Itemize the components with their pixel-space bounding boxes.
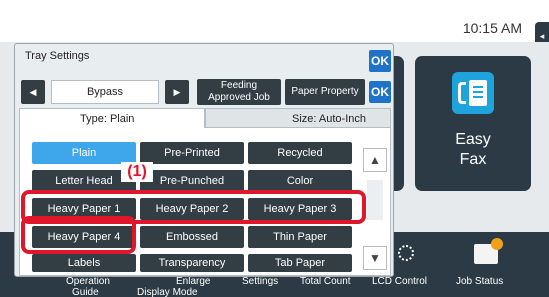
easy-fax-label-1: Easy	[455, 131, 491, 148]
enlarge-label-2[interactable]: Display Mode	[137, 287, 198, 297]
scroll-up-icon[interactable]: ▲	[363, 148, 387, 172]
highlight-heavy-4	[21, 216, 136, 254]
tray-name-display: Bypass	[51, 80, 159, 104]
paper-type-button[interactable]: Tab Paper	[248, 254, 352, 272]
tray-ok-button[interactable]: OK	[369, 81, 391, 103]
enlarge-label-1[interactable]: Enlarge	[176, 276, 210, 287]
paper-type-button[interactable]: Pre-Printed	[140, 142, 244, 164]
scroll-track[interactable]	[367, 180, 383, 220]
scroll-column: ▲ ▼	[363, 134, 387, 270]
paper-type-button[interactable]: Embossed	[140, 226, 244, 248]
tab-size[interactable]: Size: Auto-Inch	[205, 108, 391, 128]
job-status-label[interactable]: Job Status	[456, 276, 503, 287]
callout-marker: (1)	[121, 162, 153, 182]
easy-fax-label-2: Fax	[459, 151, 487, 168]
settings-tabs: Type: Plain Size: Auto-Inch	[19, 108, 391, 128]
paper-type-button[interactable]: Pre-Punched	[140, 170, 244, 192]
feeding-approved-label-1: Feeding	[220, 80, 258, 91]
dialog-ok-button[interactable]: OK	[369, 50, 391, 72]
easy-fax-tile[interactable]: Easy Fax	[415, 56, 531, 191]
tab-type[interactable]: Type: Plain	[19, 108, 205, 128]
job-status-icon	[474, 238, 503, 264]
brightness-icon	[398, 245, 414, 261]
dialog-title: Tray Settings	[25, 50, 90, 62]
paper-type-button[interactable]: Labels	[32, 254, 136, 272]
paper-type-button[interactable]: Recycled	[248, 142, 352, 164]
left-arrow-icon[interactable]: ◀	[21, 80, 45, 104]
scroll-down-icon[interactable]: ▼	[363, 246, 387, 270]
easy-fax-icon	[452, 72, 494, 114]
settings-label[interactable]: Settings	[242, 276, 278, 287]
paper-property-button[interactable]: Paper Property	[285, 79, 365, 105]
feeding-approved-label-2: Approved Job	[208, 92, 270, 103]
paper-type-button[interactable]: Transparency	[140, 254, 244, 272]
right-arrow-icon[interactable]: ▶	[165, 80, 189, 104]
clock: 10:15 AM	[462, 20, 522, 36]
paper-type-button[interactable]: Color	[248, 170, 352, 192]
paper-type-button[interactable]: Plain	[32, 142, 136, 164]
operation-guide-label-1[interactable]: Operation	[66, 276, 110, 287]
operation-guide-label-2[interactable]: Guide	[72, 287, 99, 297]
lcd-control-label[interactable]: LCD Control	[372, 276, 427, 287]
paper-type-button[interactable]: Thin Paper	[248, 226, 352, 248]
total-count-label[interactable]: Total Count	[300, 276, 351, 287]
tray-nav-row: ◀ Bypass ▶ Feeding Approved Job Paper Pr…	[19, 79, 391, 105]
feeding-approved-job-button[interactable]: Feeding Approved Job	[197, 79, 281, 105]
